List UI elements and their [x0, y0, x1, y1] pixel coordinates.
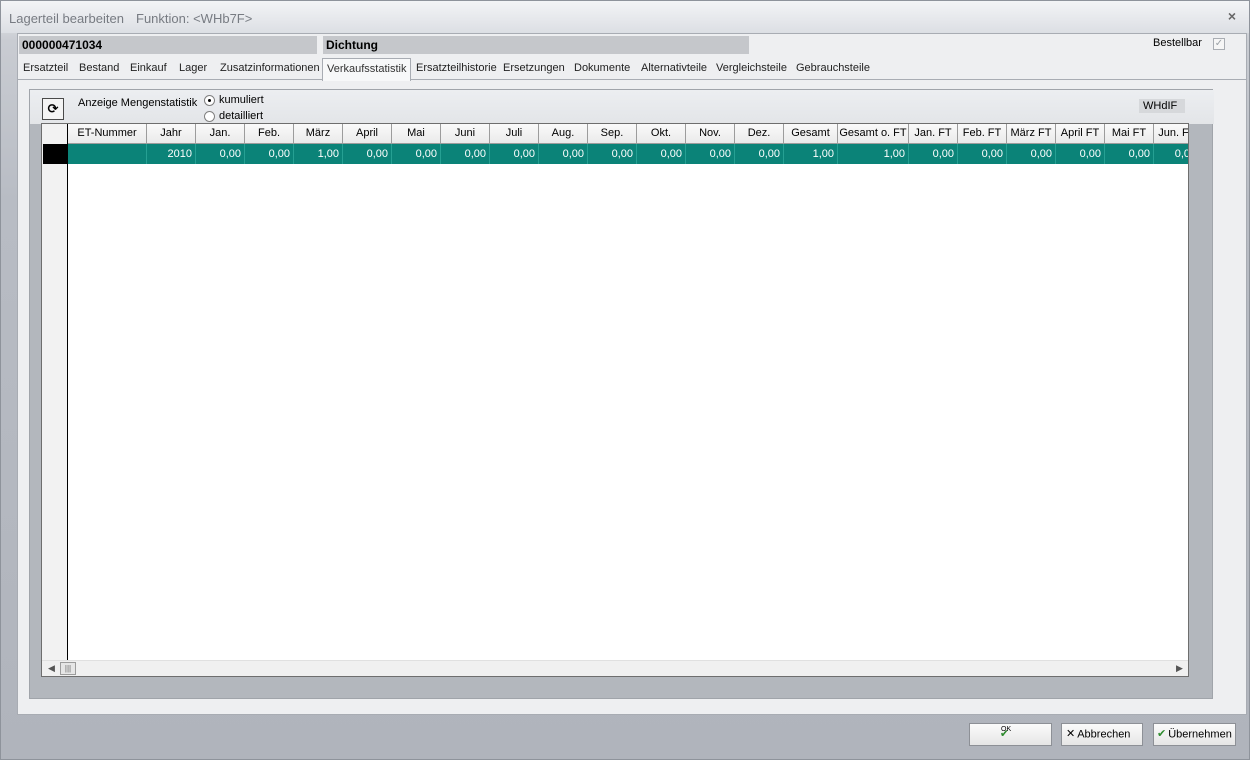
grid-header: ET-Nummer Jahr Jan. Feb. März April Mai Juni Jul…	[68, 124, 1188, 144]
dialog-window: Lagerteil bearbeiten Funktion: <WHb7F> ×…	[0, 0, 1250, 760]
column-header[interactable]: Juni	[441, 124, 490, 144]
tab-gebrauchsteile[interactable]: Gebrauchsteile	[796, 62, 870, 80]
column-header[interactable]: Nov.	[686, 124, 735, 144]
column-header[interactable]: Gesamt o. FT	[838, 124, 909, 144]
apply-label: Übernehmen	[1168, 728, 1232, 741]
column-header[interactable]: Sep.	[588, 124, 637, 144]
tab-lager[interactable]: Lager	[179, 62, 207, 80]
column-header[interactable]: Jan.	[196, 124, 245, 144]
tab-vergleichsteile[interactable]: Vergleichsteile	[716, 62, 787, 80]
radio-detailliert[interactable]: detailliert	[204, 110, 263, 122]
table-cell[interactable]: 0,00	[1056, 144, 1105, 164]
code-badge: WHdIF	[1139, 99, 1185, 113]
tab-ersetzungen[interactable]: Ersetzungen	[503, 62, 565, 80]
column-header[interactable]: Dez.	[735, 124, 784, 144]
column-header[interactable]: Mai FT	[1105, 124, 1154, 144]
cancel-label: Abbrechen	[1077, 728, 1131, 741]
column-header[interactable]: Gesamt	[784, 124, 838, 144]
table-cell[interactable]: 0,00	[441, 144, 490, 164]
row-indicator-column	[42, 124, 68, 676]
table-cell[interactable]: 0,00	[958, 144, 1007, 164]
column-header[interactable]: Feb. FT	[958, 124, 1007, 144]
table-cell[interactable]: 0,00	[1007, 144, 1056, 164]
table-cell[interactable]: 0,00	[392, 144, 441, 164]
column-header[interactable]: März	[294, 124, 343, 144]
radio-kumuliert-label: kumuliert	[219, 94, 264, 106]
tab-dokumente[interactable]: Dokumente	[574, 62, 630, 80]
table-cell[interactable]: 1,00	[294, 144, 343, 164]
tab-alternativteile[interactable]: Alternativteile	[641, 62, 707, 80]
table-cell[interactable]: 0,0	[1154, 144, 1188, 164]
table-cell[interactable]: 1,00	[784, 144, 838, 164]
apply-button[interactable]: ✔ Übernehmen	[1153, 723, 1236, 746]
column-header[interactable]: Jahr	[147, 124, 196, 144]
column-header[interactable]: April FT	[1056, 124, 1105, 144]
tab-einkauf[interactable]: Einkauf	[130, 62, 167, 80]
table-cell[interactable]: 0,00	[735, 144, 784, 164]
scroll-left-icon[interactable]: ◀	[48, 663, 55, 674]
ok-label: OK	[1001, 726, 1012, 734]
window-function-label: Funktion: <WHb7F>	[136, 11, 253, 26]
table-cell[interactable]: 0,00	[196, 144, 245, 164]
table-cell[interactable]: 0,00	[588, 144, 637, 164]
cancel-x-icon: ✕	[1066, 728, 1076, 740]
tab-bar: Ersatzteil Bestand Einkauf Lager Zusatzi…	[18, 58, 1246, 81]
horizontal-scrollbar[interactable]: ◀ ||| ▶	[42, 660, 1188, 676]
table-cell[interactable]: 0,00	[909, 144, 958, 164]
tab-bestand[interactable]: Bestand	[79, 62, 119, 80]
table-row[interactable]: 2010 0,00 0,00 1,00 0,00 0,00 0,00 0,00 0,00 0,00…	[68, 144, 1188, 164]
table-cell[interactable]: 0,00	[245, 144, 294, 164]
radio-detailliert-label: detailliert	[219, 110, 264, 122]
column-header[interactable]: Okt.	[637, 124, 686, 144]
apply-check-icon: ✔	[1157, 728, 1167, 740]
table-cell[interactable]: 1,00	[838, 144, 909, 164]
column-header[interactable]: Jan. FT	[909, 124, 958, 144]
part-name-field: Dichtung	[323, 36, 749, 54]
table-cell[interactable]: 0,00	[637, 144, 686, 164]
refresh-icon[interactable]: ⟳	[42, 98, 64, 120]
title-bar: Lagerteil bearbeiten Funktion: <WHb7F> ×	[1, 1, 1249, 33]
anzeige-mengenstatistik-label: Anzeige Mengenstatistik	[78, 97, 198, 109]
column-header[interactable]: Juli	[490, 124, 539, 144]
column-header[interactable]: Jun. F	[1154, 124, 1188, 144]
scroll-thumb[interactable]: |||	[60, 662, 76, 675]
tab-verkaufsstatistik[interactable]: Verkaufsstatistik	[322, 58, 412, 81]
window-title: Lagerteil bearbeiten	[9, 11, 124, 26]
tab-ersatzteilhistorie[interactable]: Ersatzteilhistorie	[416, 62, 497, 80]
row-selector[interactable]	[43, 144, 67, 164]
close-icon[interactable]: ×	[1224, 8, 1240, 24]
column-header[interactable]: März FT	[1007, 124, 1056, 144]
tab-ersatzteil[interactable]: Ersatzteil	[23, 62, 68, 80]
table-cell[interactable]: 0,00	[1105, 144, 1154, 164]
scroll-right-icon[interactable]: ▶	[1176, 663, 1183, 674]
column-header[interactable]: Aug.	[539, 124, 588, 144]
bestellbar-checkbox[interactable]: ✓	[1213, 38, 1225, 50]
part-number-field: 000000471034	[19, 36, 317, 54]
table-cell[interactable]: 2010	[147, 144, 196, 164]
table-cell[interactable]: 0,00	[343, 144, 392, 164]
radio-detailliert-button[interactable]	[204, 110, 215, 122]
statistics-grid[interactable]: ET-Nummer Jahr Jan. Feb. März April Mai Juni Jul…	[41, 123, 1189, 677]
ok-button[interactable]: ✔OK	[969, 723, 1052, 746]
table-cell[interactable]: 0,00	[686, 144, 735, 164]
column-header[interactable]: Mai	[392, 124, 441, 144]
radio-kumuliert[interactable]: kumuliert	[204, 94, 264, 106]
tab-zusatzinformationen[interactable]: Zusatzinformationen	[220, 62, 320, 80]
table-cell[interactable]: 0,00	[539, 144, 588, 164]
cancel-button[interactable]: ✕ Abbrechen	[1061, 723, 1143, 746]
column-header[interactable]: ET-Nummer	[68, 124, 147, 144]
table-cell[interactable]: 0,00	[490, 144, 539, 164]
bestellbar-label: Bestellbar	[1153, 37, 1202, 49]
column-header[interactable]: Feb.	[245, 124, 294, 144]
radio-kumuliert-button[interactable]	[204, 94, 215, 106]
column-header[interactable]: April	[343, 124, 392, 144]
table-cell[interactable]	[68, 144, 147, 164]
